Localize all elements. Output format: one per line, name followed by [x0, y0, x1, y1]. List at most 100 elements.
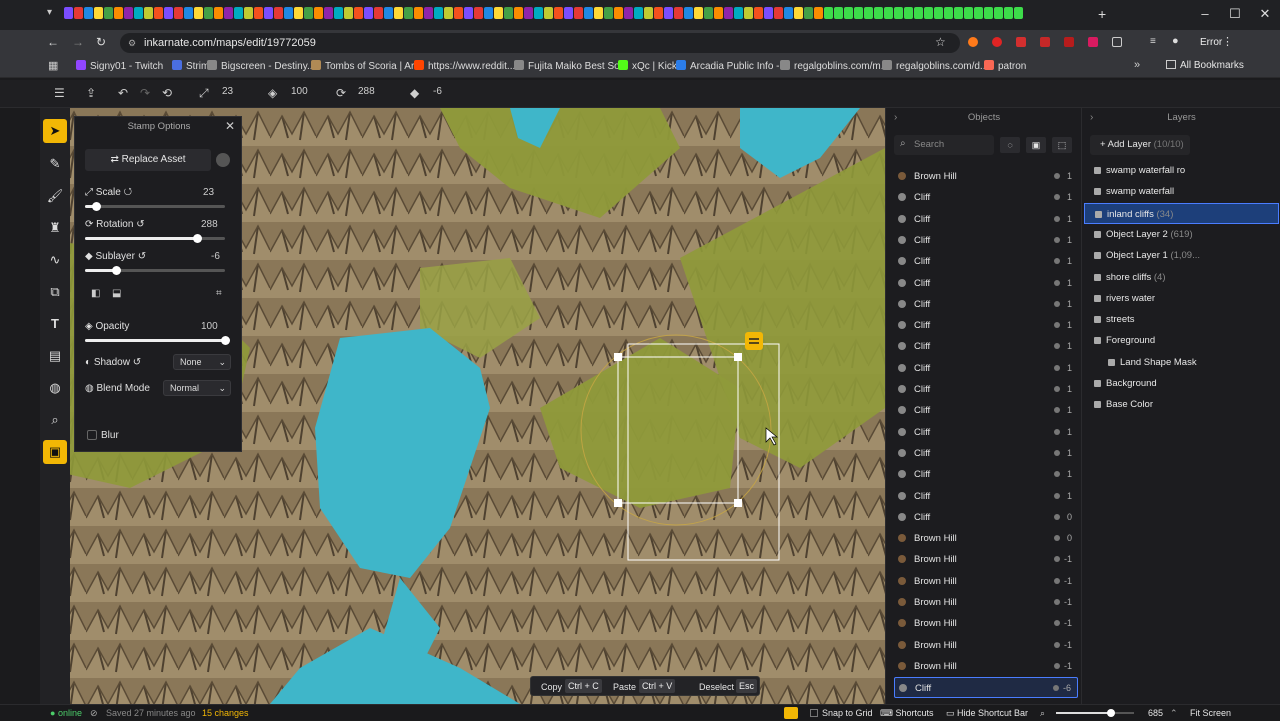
bookmark-link[interactable]: regalgoblins.com/m...	[780, 60, 889, 72]
object-list-item[interactable]: Brown Hill 0	[894, 528, 1078, 549]
object-list-item[interactable]: Cliff 1	[894, 251, 1078, 272]
browser-tab[interactable]	[444, 7, 453, 19]
browser-tab[interactable]	[254, 7, 263, 19]
object-list-item[interactable]: Brown Hill -1	[894, 656, 1078, 677]
object-list-item[interactable]: Cliff 0	[894, 507, 1078, 528]
object-list-item[interactable]: Brown Hill -1	[894, 549, 1078, 570]
browser-tab[interactable]	[84, 7, 93, 19]
bookmark-link[interactable]: Arcadia Public Info -...	[676, 60, 788, 72]
browser-tab[interactable]	[854, 7, 863, 19]
browser-tab[interactable]	[904, 7, 913, 19]
object-list-item[interactable]: Cliff 1	[894, 273, 1078, 294]
browser-tab[interactable]	[744, 7, 753, 19]
browser-tab[interactable]	[714, 7, 723, 19]
apps-grid-icon[interactable]: ▦	[48, 59, 58, 72]
object-list-item[interactable]: Cliff 1	[894, 464, 1078, 485]
stamp-tool-icon[interactable]: ✎	[43, 152, 67, 176]
extension-icon[interactable]	[1040, 37, 1050, 47]
browser-tab[interactable]	[514, 7, 523, 19]
scale-slider[interactable]	[85, 202, 225, 211]
browser-tab[interactable]	[584, 7, 593, 19]
browser-tab[interactable]	[144, 7, 153, 19]
object-list-item[interactable]: Cliff 1	[894, 443, 1078, 464]
browser-tab[interactable]	[494, 7, 503, 19]
browser-tab[interactable]	[174, 7, 183, 19]
reading-list-icon[interactable]: ≡	[1150, 36, 1156, 47]
globe-icon[interactable]: ◍	[43, 376, 67, 400]
zoom-value[interactable]: 685	[1148, 705, 1163, 721]
select-tool-icon[interactable]: ➤	[43, 119, 67, 143]
layer-item[interactable]: Foreground	[1084, 330, 1279, 351]
browser-tab[interactable]	[984, 7, 993, 19]
browser-tab[interactable]	[574, 7, 583, 19]
edit-icon[interactable]	[784, 707, 798, 719]
back-icon[interactable]: ←	[47, 35, 59, 49]
history-icon[interactable]: ⟲	[162, 86, 172, 100]
browser-tab[interactable]	[194, 7, 203, 19]
shapes-tool-icon[interactable]: ⧉	[43, 280, 67, 304]
extension-icon[interactable]	[1064, 37, 1074, 47]
browser-tab[interactable]	[344, 7, 353, 19]
object-tool-icon[interactable]: ♜	[43, 216, 67, 240]
object-list-item[interactable]: Cliff 1	[894, 400, 1078, 421]
bookmark-link[interactable]: Tombs of Scoria | Ar...	[311, 60, 422, 72]
browser-tab[interactable]	[374, 7, 383, 19]
browser-tab[interactable]	[874, 7, 883, 19]
copy-label[interactable]: Copy	[541, 682, 562, 692]
browser-tab[interactable]	[734, 7, 743, 19]
browser-tab[interactable]	[164, 7, 173, 19]
browser-tab[interactable]	[484, 7, 493, 19]
bookmark-link[interactable]: patron	[984, 60, 1026, 72]
browser-tab[interactable]	[244, 7, 253, 19]
brush-tool-icon[interactable]: 🖌	[43, 184, 67, 208]
hamburger-menu-icon[interactable]: ☰	[54, 86, 65, 100]
browser-tab[interactable]	[974, 7, 983, 19]
extension-icon[interactable]	[968, 37, 978, 47]
browser-tab[interactable]	[404, 7, 413, 19]
browser-tab[interactable]	[564, 7, 573, 19]
fit-screen-button[interactable]: Fit Screen	[1190, 705, 1231, 721]
minimize-icon[interactable]: –	[1190, 0, 1220, 30]
shortcuts-button[interactable]: ⌨ Shortcuts	[880, 705, 934, 721]
blur-checkbox[interactable]	[87, 430, 97, 440]
browser-tab[interactable]	[474, 7, 483, 19]
toolbar-scale-value[interactable]: 23	[222, 86, 233, 97]
browser-tab[interactable]	[234, 7, 243, 19]
browser-tab[interactable]	[294, 7, 303, 19]
object-list-item[interactable]: Cliff 1	[894, 486, 1078, 507]
browser-tab[interactable]	[774, 7, 783, 19]
opacity-slider[interactable]	[85, 336, 230, 345]
crop-icon[interactable]: ⌗	[216, 288, 222, 299]
bookmark-link[interactable]: regalgoblins.com/d...	[882, 60, 988, 72]
bookmark-link[interactable]: xQc | Kick	[618, 60, 677, 72]
browser-tab[interactable]	[954, 7, 963, 19]
zoom-slider[interactable]	[1056, 709, 1134, 717]
browser-tab[interactable]	[1014, 7, 1023, 19]
browser-tab[interactable]	[414, 7, 423, 19]
browser-tab[interactable]	[804, 7, 813, 19]
browser-tab[interactable]	[314, 7, 323, 19]
object-list-item[interactable]: Cliff 1	[894, 379, 1078, 400]
profile-icon[interactable]: ●	[1172, 35, 1179, 47]
browser-tab[interactable]	[834, 7, 843, 19]
paste-label[interactable]: Paste	[613, 682, 636, 692]
hide-icon[interactable]: ◌	[1000, 137, 1020, 153]
forward-icon[interactable]: →	[72, 35, 84, 49]
object-list-item[interactable]: Cliff 1	[894, 358, 1078, 379]
browser-tab[interactable]	[654, 7, 663, 19]
flip-vertical-icon[interactable]: ⬓	[112, 288, 121, 299]
object-list-item[interactable]: Cliff 1	[894, 187, 1078, 208]
lock-icon[interactable]: ▣	[1026, 137, 1046, 153]
browser-tab[interactable]	[554, 7, 563, 19]
browser-tab[interactable]	[214, 7, 223, 19]
browser-tab[interactable]	[754, 7, 763, 19]
browser-tab[interactable]	[644, 7, 653, 19]
browser-tab[interactable]	[224, 7, 233, 19]
browser-tab[interactable]	[964, 7, 973, 19]
rotation-value[interactable]: 288	[201, 219, 218, 230]
browser-tab[interactable]	[794, 7, 803, 19]
undo-icon[interactable]: ↶	[118, 86, 128, 100]
reload-icon[interactable]: ↻	[96, 35, 106, 49]
browser-tab[interactable]	[364, 7, 373, 19]
close-icon[interactable]: ✕	[225, 119, 235, 133]
